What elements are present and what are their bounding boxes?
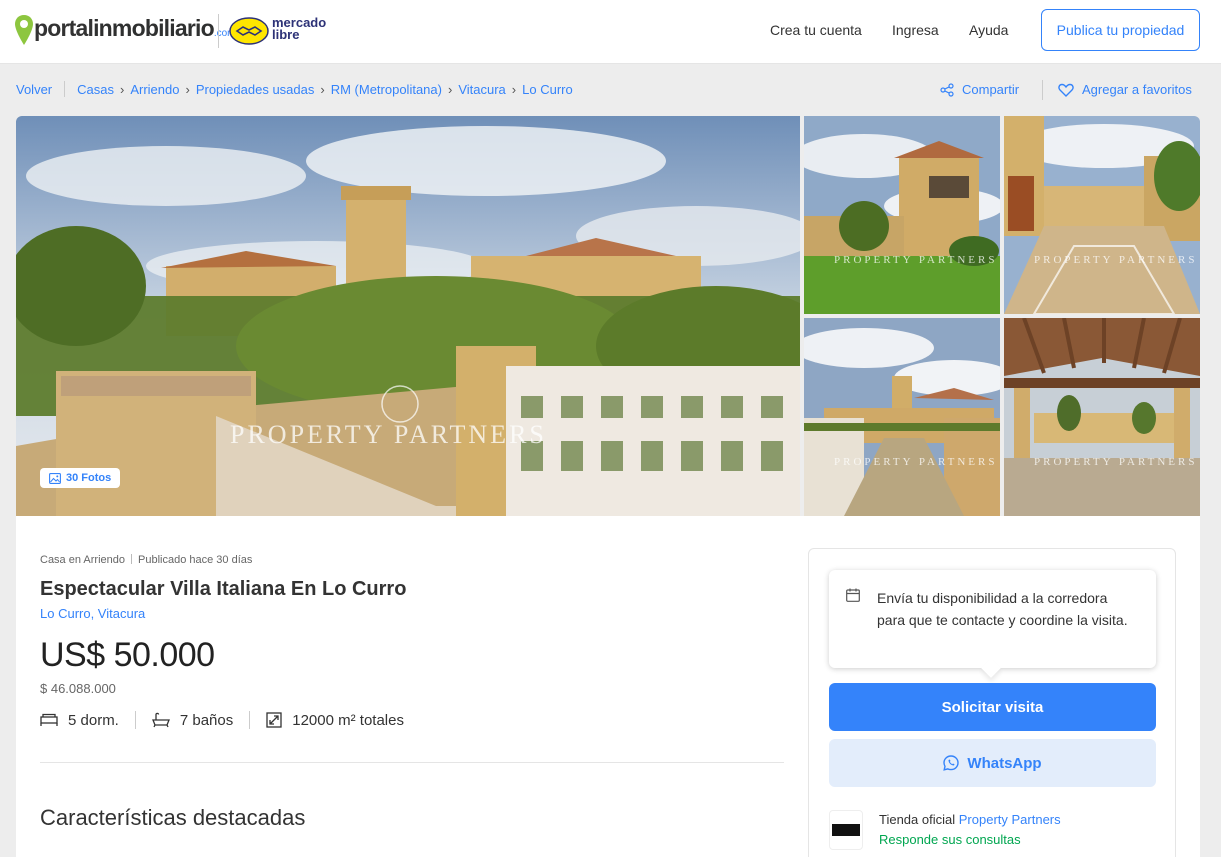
share-button[interactable]: Compartir (940, 82, 1019, 97)
spec-divider (249, 711, 251, 729)
share-label: Compartir (962, 82, 1020, 97)
chevron-right-icon: › (120, 81, 125, 97)
gallery-thumb-2[interactable]: PROPERTY PARTNERS (1004, 116, 1200, 314)
breadcrumb-item-arriendo[interactable]: Arriendo (130, 82, 179, 97)
portalinmobiliario-logo[interactable]: portalinmobiliario.com (34, 15, 236, 42)
published-date: Publicado hace 30 días (138, 554, 253, 566)
site-header: portalinmobiliario.com mercado libre Crea… (0, 0, 1221, 64)
listing-price: US$ 50.000 (40, 636, 215, 674)
spec-area: 12000 m² totales (266, 712, 404, 729)
favorite-label: Agregar a favoritos (1082, 82, 1192, 97)
contact-panel: Envía tu disponibilidad a la corredora p… (808, 548, 1176, 857)
listing-meta: Casa en Arriendo Publicado hace 30 días (40, 554, 252, 566)
breadcrumb: Volver Casas › Arriendo › Propiedades us… (16, 81, 573, 97)
availability-tip-text: Envía tu disponibilidad a la corredora p… (877, 590, 1128, 628)
whatsapp-icon (943, 755, 960, 771)
nav-login[interactable]: Ingresa (892, 22, 939, 38)
actions-divider (1042, 80, 1043, 100)
photos-count-label: 30 Fotos (66, 472, 112, 484)
favorite-button[interactable]: Agregar a favoritos (1058, 82, 1192, 97)
bathrooms-label: 7 baños (179, 711, 234, 729)
mercadolibre-logo[interactable]: mercado libre (272, 16, 326, 42)
listing-price-clp: $ 46.088.000 (40, 681, 116, 696)
share-icon (940, 82, 954, 97)
spec-bathrooms: 7 baños (151, 711, 234, 729)
breadcrumb-item-vitacura[interactable]: Vitacura (458, 82, 505, 97)
logo-word-a: portal (34, 15, 94, 41)
mercadolibre-handshake-icon (229, 17, 269, 45)
logo-divider (218, 14, 219, 48)
features-heading: Características destacadas (40, 805, 306, 830)
gallery-thumb-3[interactable]: PROPERTY PARTNERS (804, 318, 1000, 516)
gallery-thumb-4[interactable]: PROPERTY PARTNERS (1004, 318, 1200, 516)
spec-bedrooms: 5 dorm. (40, 712, 119, 729)
calendar-icon (846, 588, 860, 602)
meta-divider (131, 554, 132, 564)
photo-watermark: PROPERTY PARTNERS (834, 456, 998, 468)
photo-watermark: PROPERTY PARTNERS (230, 420, 547, 449)
bed-icon (40, 713, 58, 726)
bathtub-icon (151, 712, 170, 728)
availability-tooltip: Envía tu disponibilidad a la corredora p… (829, 570, 1156, 668)
photo-watermark: PROPERTY PARTNERS (1034, 254, 1198, 266)
area-icon (266, 712, 282, 728)
main-photo[interactable]: PROPERTY PARTNERS 30 Fotos (16, 116, 800, 516)
chevron-right-icon: › (511, 81, 517, 97)
store-reply-status: Responde sus consultas (879, 832, 1021, 847)
store-prefix: Tienda oficial (879, 812, 956, 827)
whatsapp-label: WhatsApp (967, 754, 1042, 772)
logo-word-b: inmobiliario (93, 15, 215, 41)
listing-location-link[interactable]: Lo Curro, Vitacura (40, 606, 145, 621)
gallery-thumb-1[interactable]: PROPERTY PARTNERS (804, 116, 1000, 314)
bedrooms-label: 5 dorm. (68, 711, 119, 729)
breadcrumb-item-casas[interactable]: Casas (77, 82, 114, 97)
breadcrumb-item-usadas[interactable]: Propiedades usadas (196, 82, 315, 97)
breadcrumb-divider (64, 81, 66, 97)
location-pin-icon (15, 15, 33, 45)
photos-count-badge[interactable]: 30 Fotos (40, 468, 121, 488)
listing-specs: 5 dorm. 7 baños 12000 m² totales (40, 711, 404, 729)
store-name-link[interactable]: Property Partners (959, 812, 1061, 827)
listing-content: Casa en Arriendo Publicado hace 30 días E… (16, 516, 1200, 857)
publish-property-button[interactable]: Publica tu propiedad (1041, 9, 1200, 51)
breadcrumb-item-lo-curro[interactable]: Lo Curro (522, 82, 573, 97)
request-visit-button[interactable]: Solicitar visita (829, 683, 1156, 731)
section-divider (40, 762, 784, 763)
listing-kind: Casa en Arriendo (40, 554, 125, 566)
breadcrumb-item-rm[interactable]: RM (Metropolitana) (331, 82, 442, 97)
whatsapp-button[interactable]: WhatsApp (829, 739, 1156, 787)
photo-watermark: PROPERTY PARTNERS (1034, 456, 1198, 468)
listing-title: Espectacular Villa Italiana En Lo Curro (40, 578, 407, 600)
nav-help[interactable]: Ayuda (969, 22, 1008, 38)
spec-divider (134, 711, 136, 729)
nav-create-account[interactable]: Crea tu cuenta (770, 22, 862, 38)
heart-icon (1058, 83, 1074, 97)
store-logo[interactable] (829, 810, 863, 850)
back-link[interactable]: Volver (16, 82, 52, 97)
photo-watermark: PROPERTY PARTNERS (834, 254, 998, 266)
chevron-right-icon: › (447, 81, 453, 97)
chevron-right-icon: › (320, 81, 325, 97)
area-label: 12000 m² totales (292, 711, 404, 729)
ml-line2: libre (272, 27, 300, 42)
photo-gallery: PROPERTY PARTNERS 30 Fotos PROPERTY PART… (16, 116, 1200, 516)
image-icon (49, 472, 61, 484)
official-store-line: Tienda oficial Property Partners (879, 812, 1061, 827)
chevron-right-icon: › (185, 81, 190, 97)
